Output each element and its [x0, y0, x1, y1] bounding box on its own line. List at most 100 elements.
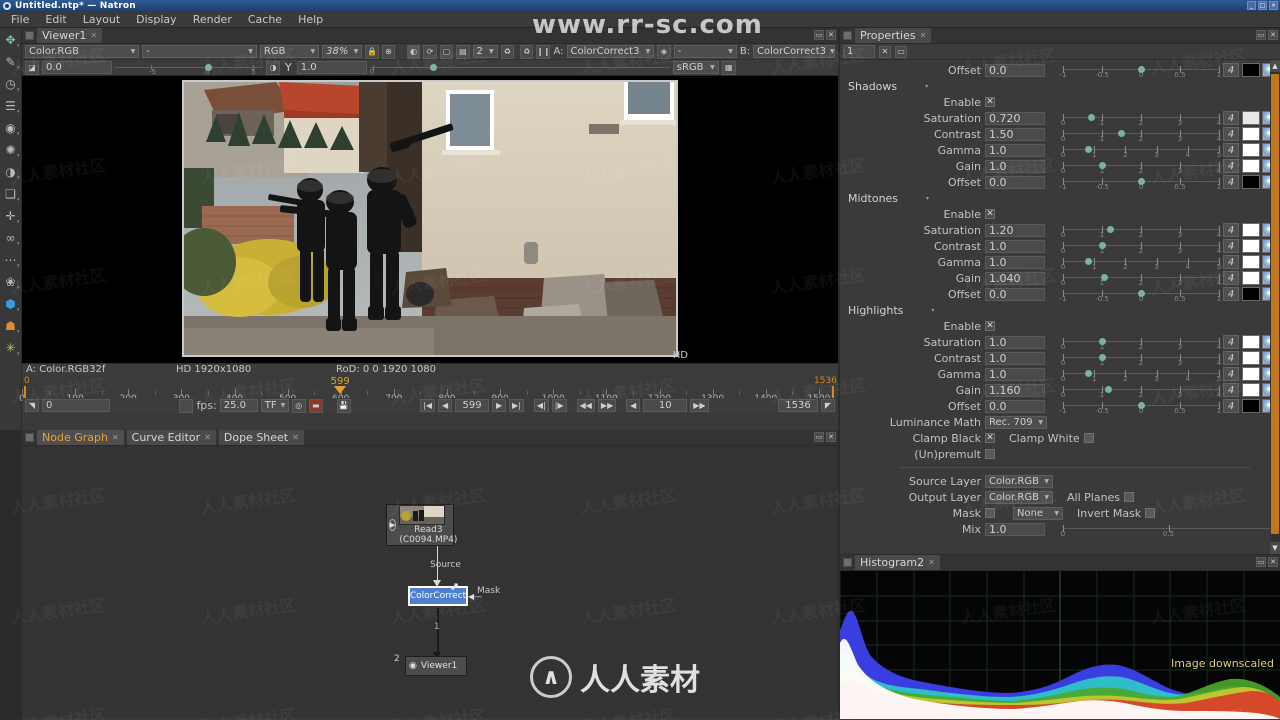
slider-handle[interactable]: [1138, 66, 1145, 73]
lock-zoom-icon[interactable]: 🔒: [365, 44, 379, 59]
close-icon[interactable]: ✕: [112, 433, 119, 442]
unpremult-checkbox[interactable]: [985, 449, 995, 459]
midtones-saturation-color-swatch[interactable]: [1242, 223, 1260, 237]
properties-scrollbar[interactable]: ▲ ▼: [1270, 60, 1280, 554]
tab-viewer1[interactable]: Viewer1 ✕: [37, 28, 103, 43]
viewer-canvas[interactable]: HD: [22, 76, 838, 363]
close-icon[interactable]: ✕: [928, 558, 935, 567]
histogram-close-button[interactable]: ✕: [1268, 557, 1278, 567]
menu-help[interactable]: Help: [291, 12, 330, 27]
shadows-contrast-dimension-button[interactable]: 4: [1223, 127, 1239, 141]
slider-handle[interactable]: [1138, 178, 1145, 185]
luminance-math-combo[interactable]: Rec. 709 ▼: [985, 415, 1047, 429]
properties-scrollbar-thumb[interactable]: [1271, 74, 1279, 534]
filter-tool-icon[interactable]: ✺: [2, 140, 19, 160]
pane-grip-icon[interactable]: [25, 31, 34, 40]
menu-render[interactable]: Render: [186, 12, 239, 27]
tab-histogram2[interactable]: Histogram2 ✕: [855, 555, 940, 570]
highlights-contrast-dimension-button[interactable]: 4: [1223, 351, 1239, 365]
midtones-contrast-value[interactable]: 1.0: [985, 239, 1045, 253]
enable-midtones-checkbox[interactable]: ✕: [985, 209, 995, 219]
section-highlights[interactable]: Highlights ▾: [840, 302, 1280, 318]
chevron-down-icon[interactable]: ▾: [931, 307, 934, 314]
properties-scroll-area[interactable]: Offset 0.0 -1 -0.5 0 0.5 1 4 Shadows ▾ Enable ✕ Satu…: [840, 60, 1280, 554]
all-planes-checkbox[interactable]: [1124, 492, 1135, 502]
increment-button[interactable]: ▶▶: [690, 399, 709, 412]
image-tool-icon[interactable]: ✥: [2, 30, 19, 50]
scroll-down-icon[interactable]: ▼: [1270, 542, 1280, 554]
clamp-black-checkbox[interactable]: ✕: [985, 433, 995, 443]
community-tool-icon[interactable]: ☗: [2, 316, 19, 336]
prev-frame-button[interactable]: ◀|: [533, 399, 549, 412]
menu-edit[interactable]: Edit: [38, 12, 73, 27]
pause-icon[interactable]: ❙❙: [536, 44, 551, 59]
properties-close-button[interactable]: ✕: [1268, 30, 1278, 40]
shadows-gamma-color-swatch[interactable]: [1242, 143, 1260, 157]
pane-grip-icon[interactable]: [843, 31, 852, 40]
close-icon[interactable]: ✕: [292, 433, 299, 442]
nodegraph-canvas[interactable]: ▶ Read3 (C0094.MP4) Source ColorCorrect …: [22, 446, 838, 718]
close-icon[interactable]: ✕: [920, 31, 927, 40]
shadows-contrast-value[interactable]: 1.50: [985, 127, 1045, 141]
enable-shadows-checkbox[interactable]: ✕: [985, 97, 995, 107]
pane-grip-icon[interactable]: [843, 558, 852, 567]
slider-handle[interactable]: [1084, 370, 1092, 377]
slider-handle[interactable]: [1138, 290, 1145, 297]
gamma-input[interactable]: 1.0: [296, 61, 367, 74]
shadows-gamma-slider[interactable]: 012345: [1061, 142, 1221, 159]
viewer-colorspace-combo[interactable]: sRGB ▼: [672, 61, 719, 74]
midtones-offset-color-swatch[interactable]: [1242, 287, 1260, 301]
record-icon[interactable]: ▬: [308, 398, 323, 413]
timecode-mode-combo[interactable]: TF ▼: [260, 399, 289, 412]
midtones-saturation-value[interactable]: 1.20: [985, 223, 1045, 237]
tab-node-graph[interactable]: Node Graph ✕: [37, 430, 124, 445]
highlights-contrast-value[interactable]: 1.0: [985, 351, 1045, 365]
chevron-down-icon[interactable]: ▾: [926, 195, 929, 202]
pane-grip-icon[interactable]: [25, 433, 34, 442]
timeline-playhead[interactable]: [334, 386, 347, 394]
shadows-saturation-value[interactable]: 0.720: [985, 111, 1045, 125]
tab-dope-sheet[interactable]: Dope Sheet ✕: [218, 430, 304, 445]
operation-combo[interactable]: - ▼: [673, 45, 737, 58]
tab-properties[interactable]: Properties ✕: [855, 28, 932, 43]
slider-handle[interactable]: [1088, 114, 1096, 121]
close-icon[interactable]: ✕: [204, 433, 211, 442]
scroll-up-icon[interactable]: ▲: [1270, 60, 1280, 72]
histogram-float-button[interactable]: ▭: [1256, 557, 1266, 567]
behaviour-icon[interactable]: ◎: [291, 398, 306, 413]
shadows-saturation-slider[interactable]: 01234: [1061, 110, 1221, 127]
shadows-saturation-color-swatch[interactable]: [1242, 111, 1260, 125]
highlights-saturation-dimension-button[interactable]: 4: [1223, 335, 1239, 349]
highlights-saturation-slider[interactable]: 01234: [1061, 334, 1221, 351]
mix-value[interactable]: 1.0: [985, 522, 1045, 536]
midtones-offset-dimension-button[interactable]: 4: [1223, 287, 1239, 301]
slider-handle[interactable]: [1099, 338, 1106, 345]
pause-refresh-icon[interactable]: ♻: [520, 44, 534, 59]
slider-handle[interactable]: [1138, 402, 1145, 409]
node-play-icon[interactable]: ▶: [389, 519, 397, 531]
viewer-node[interactable]: ◉ Viewer1: [405, 656, 467, 676]
midtones-contrast-dimension-button[interactable]: 4: [1223, 239, 1239, 253]
shadows-contrast-slider[interactable]: 01234: [1061, 126, 1221, 143]
highlights-saturation-color-swatch[interactable]: [1242, 335, 1260, 349]
highlights-offset-color-swatch[interactable]: [1242, 399, 1260, 413]
zoom-combo[interactable]: 38% ▼: [322, 45, 363, 58]
checkerboard-icon[interactable]: ▦: [721, 60, 736, 75]
slider-handle[interactable]: [1084, 146, 1092, 153]
next-frame-button[interactable]: |▶: [551, 399, 567, 412]
menu-display[interactable]: Display: [129, 12, 184, 27]
nodegraph-close-button[interactable]: ✕: [826, 432, 836, 442]
eye-icon[interactable]: ◉: [409, 661, 417, 671]
shadows-offset-color-swatch[interactable]: [1242, 175, 1260, 189]
other-tool-icon[interactable]: ⋯: [2, 250, 20, 270]
window-maximize-button[interactable]: □: [1258, 1, 1267, 10]
midtones-saturation-slider[interactable]: 01234: [1061, 222, 1221, 239]
properties-float-button[interactable]: ▭: [1256, 30, 1266, 40]
chevron-down-icon[interactable]: ▾: [925, 83, 928, 90]
highlights-offset-dimension-button[interactable]: 4: [1223, 399, 1239, 413]
current-frame-field[interactable]: 599: [455, 399, 490, 412]
highlights-saturation-value[interactable]: 1.0: [985, 335, 1045, 349]
clamp-white-checkbox[interactable]: [1083, 433, 1094, 443]
enable-highlights-checkbox[interactable]: ✕: [985, 321, 995, 331]
slider-handle[interactable]: [1099, 242, 1106, 249]
